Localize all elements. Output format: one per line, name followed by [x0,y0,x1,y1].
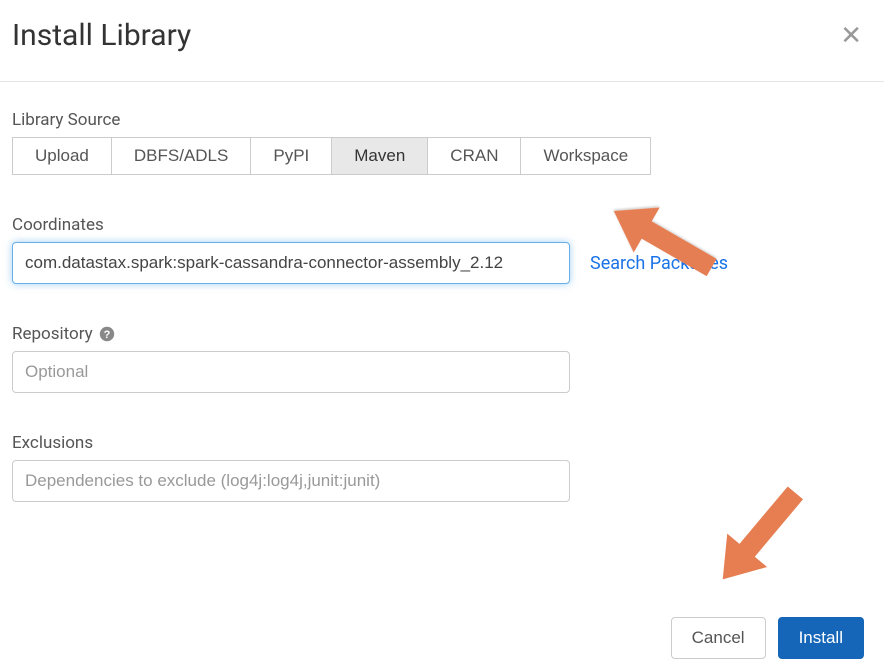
install-button[interactable]: Install [778,617,864,659]
library-source-section: Library Source UploadDBFS/ADLSPyPIMavenC… [12,110,872,175]
modal-footer: Cancel Install [671,617,864,659]
source-tab-pypi[interactable]: PyPI [250,137,332,175]
repository-section: Repository ? [12,324,872,393]
library-source-label: Library Source [12,110,872,130]
source-tab-cran[interactable]: CRAN [427,137,521,175]
modal-body: Library Source UploadDBFS/ADLSPyPIMavenC… [0,82,884,554]
source-tab-upload[interactable]: Upload [12,137,112,175]
source-tab-workspace[interactable]: Workspace [520,137,651,175]
modal-header: Install Library ✕ [0,0,884,82]
exclusions-label: Exclusions [12,433,872,453]
source-tab-dbfs-adls[interactable]: DBFS/ADLS [111,137,251,175]
coordinates-label: Coordinates [12,215,872,235]
library-source-tabs: UploadDBFS/ADLSPyPIMavenCRANWorkspace [12,137,872,175]
source-tab-maven[interactable]: Maven [331,137,428,175]
repository-input[interactable] [12,351,570,393]
search-packages-link[interactable]: Search Packages [590,253,728,274]
cancel-button[interactable]: Cancel [671,617,766,659]
coordinates-section: Coordinates Search Packages [12,215,872,284]
coordinates-input[interactable] [12,242,570,284]
modal-title: Install Library [12,18,191,53]
svg-text:?: ? [103,329,110,341]
exclusions-section: Exclusions [12,433,872,502]
close-icon[interactable]: ✕ [830,23,872,49]
exclusions-input[interactable] [12,460,570,502]
repository-label: Repository [12,324,93,344]
help-icon[interactable]: ? [99,326,115,342]
